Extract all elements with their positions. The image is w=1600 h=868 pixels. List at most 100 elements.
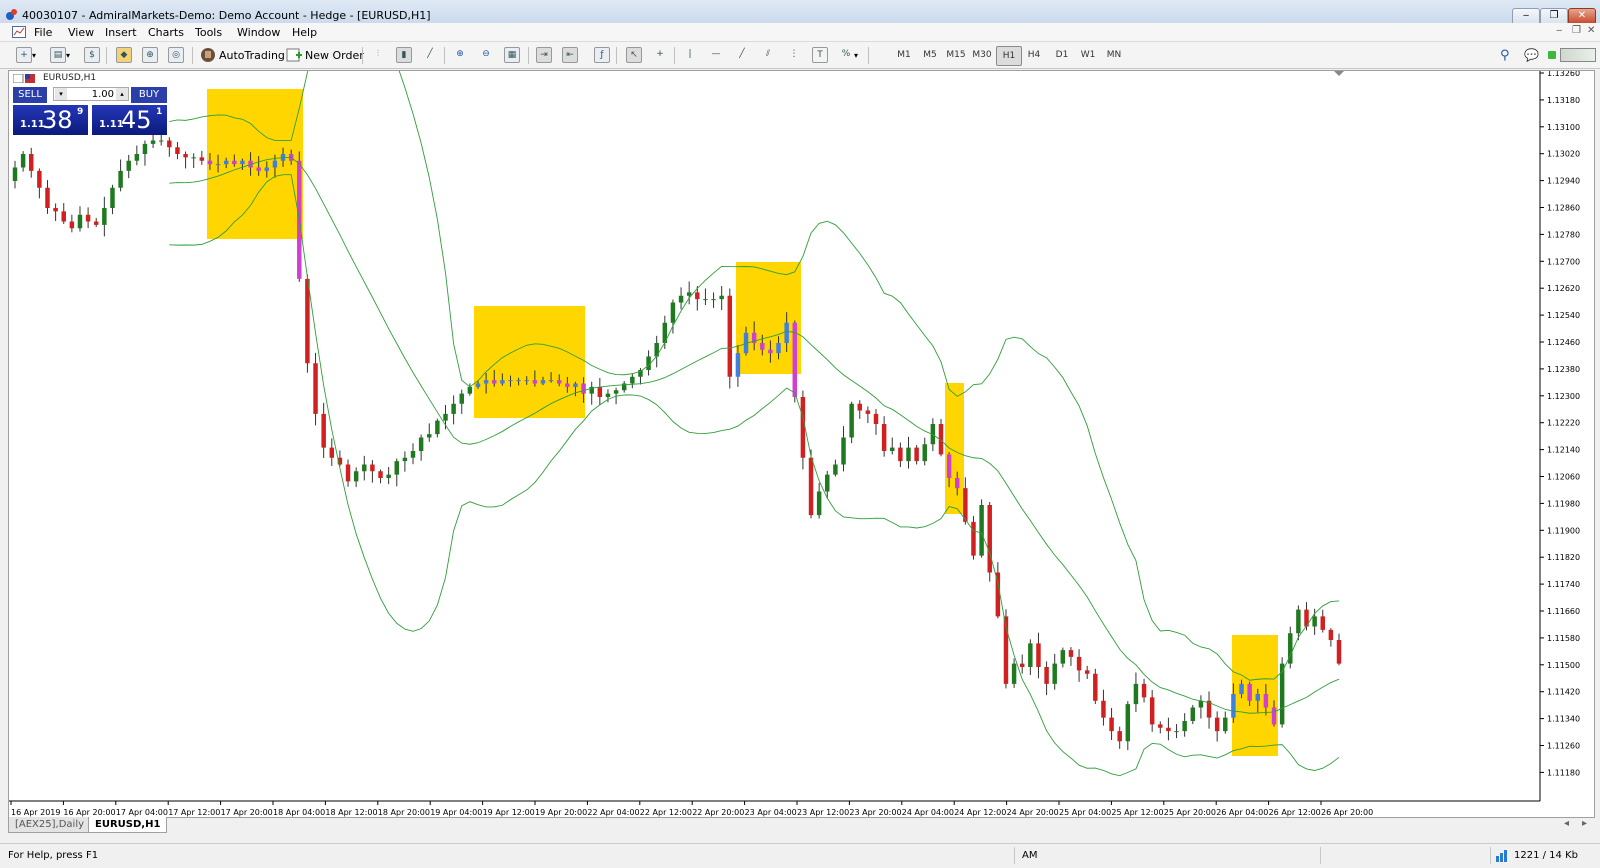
chart-window-icon[interactable] — [12, 26, 26, 38]
timeframe-m15[interactable]: M15 — [944, 46, 968, 64]
new-chart-button[interactable]: + ▾ — [16, 45, 36, 65]
candle-body — [1231, 694, 1236, 718]
connection-icon — [1548, 51, 1556, 59]
candle-body — [1060, 650, 1066, 664]
timeframe-m1[interactable]: M1 — [892, 46, 916, 64]
candle-body — [272, 160, 278, 168]
mdi-minimize-icon[interactable]: ‒ — [1556, 25, 1562, 36]
highlight-zone — [207, 89, 303, 239]
time-tick-label: 19 Apr 20:00 — [535, 808, 587, 817]
time-tick-label: 25 Apr 12:00 — [1111, 808, 1163, 817]
search-button[interactable]: ⚲ — [1500, 45, 1510, 65]
timeframe-h1[interactable]: H1 — [996, 46, 1022, 66]
sell-button[interactable]: SELL — [13, 87, 47, 103]
indicators-button[interactable]: ƒ — [594, 45, 610, 65]
candlestick-button[interactable]: ▮ — [396, 45, 412, 65]
sell-price-button[interactable]: 1.11 38 9 — [13, 105, 88, 135]
text-tool-icon: T — [812, 47, 828, 63]
candle-body — [524, 380, 529, 382]
bar-chart-button[interactable]: ⫶ — [370, 45, 386, 65]
timeframe-w1[interactable]: W1 — [1076, 46, 1100, 64]
candle-body — [386, 474, 391, 478]
buy-button[interactable]: BUY — [131, 87, 167, 103]
arrows-button[interactable]: % ▾ — [838, 45, 858, 65]
toolbar-separator — [192, 47, 193, 64]
candle-body — [118, 170, 123, 188]
terminal-button[interactable]: ⊕ — [142, 45, 158, 65]
horizontal-line-icon: — — [711, 49, 721, 59]
price-tick-label: 1.11260 — [1547, 742, 1580, 751]
zoom-out-button[interactable]: ⊖ — [478, 45, 494, 65]
candle-body — [695, 292, 700, 300]
bar-chart-icon: ⫶ — [376, 49, 380, 59]
timeframe-m5[interactable]: M5 — [918, 46, 942, 64]
mdi-restore-icon[interactable]: ❐ — [1572, 25, 1581, 36]
tab-scroll-right-icon[interactable]: ▸ — [1582, 818, 1587, 829]
new-order-button[interactable]: New Order — [286, 45, 364, 65]
candle-body — [1011, 663, 1017, 684]
candle-body — [727, 295, 733, 377]
vertical-line-button[interactable]: | — [682, 45, 698, 65]
candle-body — [207, 160, 213, 165]
profiles-icon: ▤ — [50, 47, 66, 63]
text-tool-button[interactable]: T — [812, 45, 828, 65]
menu-file[interactable]: File — [34, 26, 52, 39]
chat-button[interactable]: 💬 — [1524, 45, 1539, 65]
candle-body — [735, 353, 741, 377]
toolbar-separator — [444, 47, 445, 64]
candle-body — [1141, 683, 1147, 698]
tab-scroll-left-icon[interactable]: ◂ — [1564, 818, 1569, 829]
menu-help[interactable]: Help — [292, 26, 317, 39]
chart-window[interactable]: 1.13260 1.13180 1.13100 1.13020 1.12940 1.128… — [8, 70, 1595, 818]
auto-scroll-button[interactable]: ⇥ — [536, 45, 552, 65]
candle-body — [370, 464, 375, 472]
connection-status-icon[interactable] — [1496, 849, 1510, 862]
candle-body — [85, 214, 91, 222]
timeframe-m30[interactable]: M30 — [970, 46, 994, 64]
crosshair-button[interactable]: + — [652, 45, 668, 65]
candle-body — [605, 393, 611, 397]
status-mode: AM — [1022, 850, 1038, 861]
timeframe-h4[interactable]: H4 — [1022, 46, 1046, 64]
tab-eurusd-h1[interactable]: EURUSD,H1 — [88, 817, 168, 833]
autotrading-button[interactable]: AutoTrading — [200, 45, 285, 65]
trendline-button[interactable]: ╱ — [734, 45, 750, 65]
navigator-button[interactable]: ◆ — [116, 45, 132, 65]
cursor-button[interactable]: ↖ — [626, 45, 642, 65]
menu-insert[interactable]: Insert — [105, 26, 137, 39]
menu-tools[interactable]: Tools — [195, 26, 222, 39]
mdi-close-icon[interactable]: ✕ — [1587, 25, 1595, 36]
price-chart[interactable]: 1.13260 1.13180 1.13100 1.13020 1.12940 1.128… — [9, 71, 1594, 817]
channel-button[interactable]: ⫽ — [760, 45, 776, 65]
lot-increase-icon[interactable]: ▴ — [116, 88, 128, 100]
line-chart-button[interactable]: ╱ — [422, 45, 438, 65]
tab-aex25-daily[interactable]: [AEX25],Daily — [8, 817, 92, 833]
fibonacci-button[interactable]: ⋮ — [786, 45, 802, 65]
candle-body — [776, 343, 781, 354]
price-tick-label: 1.11820 — [1547, 553, 1580, 562]
candle-body — [110, 187, 115, 208]
lot-decrease-icon[interactable]: ▾ — [55, 88, 67, 100]
price-tick-label: 1.12780 — [1547, 230, 1580, 239]
menu-charts[interactable]: Charts — [148, 26, 184, 39]
zoom-in-button[interactable]: ⊕ — [452, 45, 468, 65]
buy-price-button[interactable]: 1.11 45 1 — [92, 105, 167, 135]
candle-body — [1263, 694, 1269, 708]
toolbar-separator — [616, 47, 617, 64]
market-watch-button[interactable]: $ — [84, 45, 100, 65]
menu-window[interactable]: Window — [237, 26, 280, 39]
candle-body — [597, 386, 603, 397]
chart-shift-button[interactable]: ⇤ — [562, 45, 578, 65]
tile-windows-button[interactable]: ▦ — [504, 45, 520, 65]
zoom-in-icon: ⊕ — [456, 49, 464, 59]
buy-price-big: 45 — [121, 106, 152, 134]
signals-button[interactable]: ◎ — [168, 45, 184, 65]
status-separator — [1014, 847, 1015, 864]
candle-body — [1255, 694, 1261, 701]
timeframe-d1[interactable]: D1 — [1050, 46, 1074, 64]
menu-view[interactable]: View — [68, 26, 94, 39]
timeframe-mn[interactable]: MN — [1102, 46, 1126, 64]
horizontal-line-button[interactable]: — — [708, 45, 724, 65]
profiles-button[interactable]: ▤ ▾ — [50, 45, 70, 65]
candle-body — [1312, 616, 1317, 627]
